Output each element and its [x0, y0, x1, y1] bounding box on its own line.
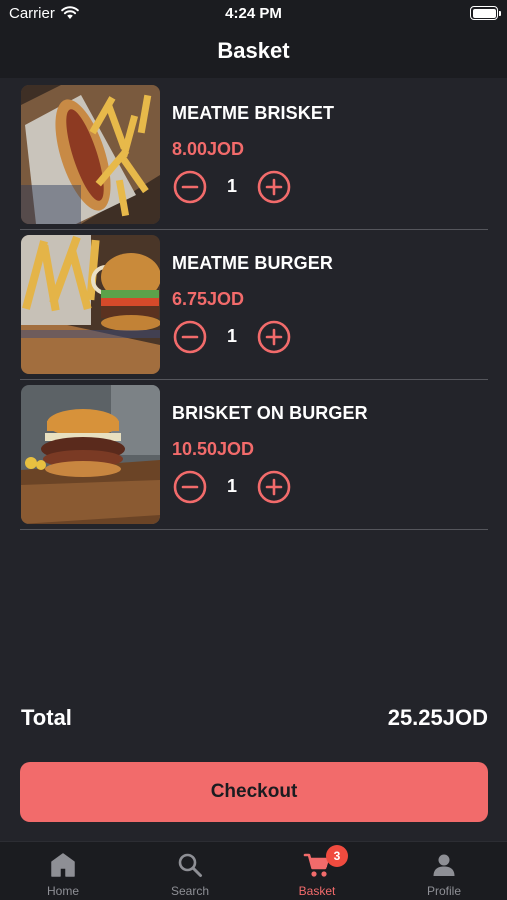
clock: 4:24 PM [225, 5, 282, 22]
decrease-quantity-button[interactable] [173, 470, 207, 504]
item-price: 6.75JOD [172, 289, 245, 309]
total-label: Total [21, 705, 72, 730]
item-name: MEATME BRISKET [172, 103, 335, 123]
tab-label: Home [46, 884, 79, 898]
tab-search[interactable]: Search [127, 842, 253, 900]
decrease-quantity-button[interactable] [173, 320, 207, 354]
item-image [21, 385, 160, 524]
decrease-quantity-button[interactable] [173, 170, 207, 204]
item-price: 8.00JOD [172, 139, 245, 159]
tab-bar: Home Search 3 Basket Profile [0, 841, 507, 900]
basket-item: MEATME BURGER 6.75JOD 1 [20, 230, 488, 380]
cart-count-badge: 3 [326, 845, 348, 867]
increase-quantity-button[interactable] [257, 170, 291, 204]
home-icon [51, 853, 75, 877]
item-image [21, 85, 160, 224]
increase-quantity-button[interactable] [257, 470, 291, 504]
item-image [21, 235, 160, 374]
item-quantity: 1 [226, 326, 237, 346]
basket-item: MEATME BRISKET 8.00JOD 1 [20, 80, 488, 230]
search-icon [178, 853, 202, 877]
basket-item: BRISKET ON BURGER 10.50JOD 1 [20, 380, 488, 530]
nav-header: Basket [0, 30, 507, 78]
item-price: 10.50JOD [172, 439, 255, 459]
tab-label: Basket [298, 884, 336, 898]
page-title: Basket [217, 38, 290, 63]
status-bar: Carrier 4:24 PM [0, 0, 507, 30]
tab-basket[interactable]: 3 Basket [254, 842, 380, 900]
person-icon [433, 854, 455, 876]
tab-profile[interactable]: Profile [381, 842, 507, 900]
battery-icon [470, 6, 501, 20]
tab-label: Profile [426, 884, 461, 898]
item-name: BRISKET ON BURGER [172, 403, 368, 423]
checkout-button[interactable]: Checkout [20, 762, 488, 822]
item-name: MEATME BURGER [172, 253, 333, 273]
item-quantity: 1 [226, 176, 237, 196]
tab-label: Search [170, 884, 210, 898]
total-row: Total 25.25JOD [20, 705, 488, 735]
total-value: 25.25JOD [387, 705, 488, 730]
increase-quantity-button[interactable] [257, 320, 291, 354]
tab-home[interactable]: Home [0, 842, 126, 900]
item-quantity: 1 [226, 476, 237, 496]
